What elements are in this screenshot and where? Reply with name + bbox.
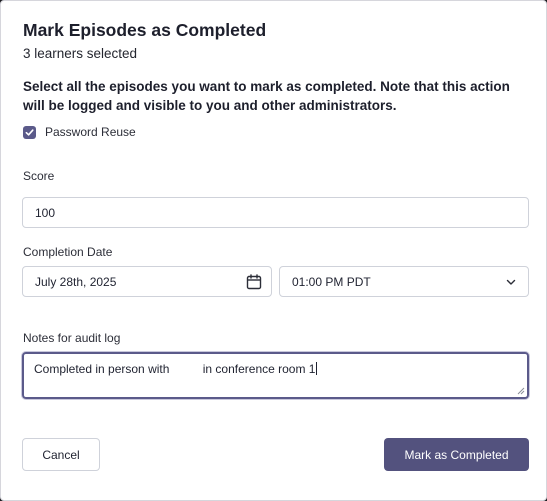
dialog-description: Select all the episodes you want to mark… [23,79,510,113]
episode-label: Password Reuse [45,125,136,139]
chevron-down-icon [502,273,520,291]
completion-date-label: Completion Date [23,245,113,259]
date-value: July 28th, 2025 [35,274,117,289]
time-value: 01:00 PM PDT [292,274,371,289]
mark-completed-button[interactable]: Mark as Completed [384,438,529,471]
time-select[interactable]: 01:00 PM PDT [279,266,529,297]
calendar-icon[interactable] [245,273,263,291]
score-label: Score [23,169,55,183]
resize-handle-icon[interactable] [517,387,525,395]
date-picker-input[interactable]: July 28th, 2025 [22,266,272,297]
mark-completed-dialog: Mark Episodes as Completed 3 learners se… [0,0,547,501]
episode-checkbox[interactable] [23,125,36,139]
checkmark-icon [25,128,34,136]
score-value: 100 [35,205,56,220]
notes-value: Completed in person with in conference r… [34,362,316,376]
score-input[interactable]: 100 [22,197,529,228]
notes-textarea[interactable]: Completed in person with in conference r… [22,352,529,399]
notes-label: Notes for audit log [23,331,121,345]
cancel-button[interactable]: Cancel [22,438,100,471]
episode-option-password-reuse[interactable]: Password Reuse [23,125,136,139]
text-cursor [316,362,318,375]
dialog-title: Mark Episodes as Completed [23,20,267,40]
selected-count: 3 learners selected [23,46,138,61]
